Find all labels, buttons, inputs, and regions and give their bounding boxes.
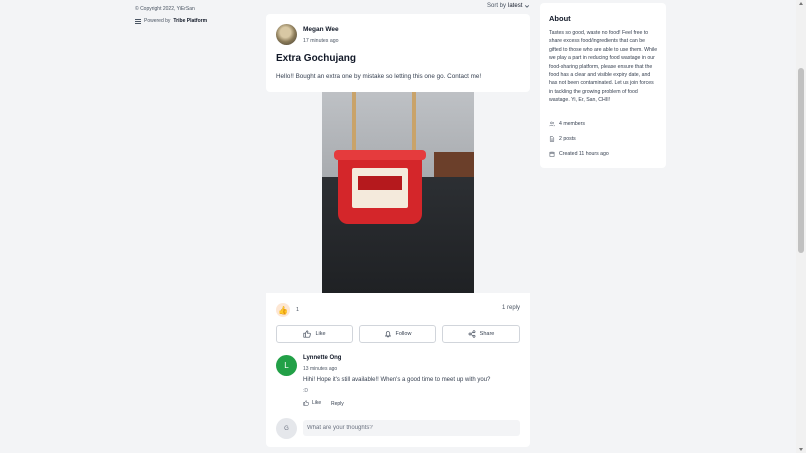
reaction-summary[interactable]: 👍 1 <box>276 303 299 317</box>
calendar-icon <box>549 151 555 157</box>
posts-count: 2 posts <box>559 136 576 142</box>
scroll-up-icon[interactable] <box>799 2 803 5</box>
post-actions: 👍 1 1 reply Like Follow Share L Lynnette… <box>266 293 530 447</box>
thumbs-up-icon <box>303 400 309 406</box>
posts-stat: 2 posts <box>549 136 576 142</box>
reaction-count: 1 <box>296 307 300 313</box>
user-avatar[interactable]: G <box>276 418 297 439</box>
chevron-down-icon <box>525 5 530 8</box>
avatar[interactable] <box>276 24 297 45</box>
post-body: Hello!! Bought an extra one by mistake s… <box>276 73 482 80</box>
post-image[interactable] <box>322 92 474 293</box>
like-button[interactable]: Like <box>276 325 353 343</box>
created-text: Created 11 hours ago <box>559 151 609 157</box>
members-count: 4 members <box>559 121 585 127</box>
about-title: About <box>549 14 571 23</box>
comment-author[interactable]: Lynnette Ong <box>303 355 341 361</box>
comment-avatar[interactable]: L <box>276 355 297 376</box>
post-time[interactable]: 17 minutes ago <box>303 38 338 44</box>
powered-by[interactable]: Powered by Tribe Platform <box>135 18 207 24</box>
post-card: Megan Wee 17 minutes ago Extra Gochujang… <box>266 14 530 92</box>
like-label: Like <box>315 331 326 337</box>
comment-text: Hihi! Hope it's still available!! When's… <box>303 377 491 383</box>
document-icon <box>549 136 555 142</box>
powered-brand[interactable]: Tribe Platform <box>173 18 207 24</box>
about-description: Tastes so good, waste no food! Feel free… <box>549 30 658 104</box>
members-icon <box>549 121 555 127</box>
thumbs-up-reaction-icon: 👍 <box>276 303 290 317</box>
thumbs-up-icon <box>303 330 312 338</box>
sort-dropdown[interactable]: Sort by latest <box>487 3 530 9</box>
comment-input[interactable] <box>303 420 520 436</box>
created-stat: Created 11 hours ago <box>549 151 609 157</box>
powered-prefix: Powered by <box>144 18 171 24</box>
members-stat: 4 members <box>549 121 585 127</box>
page-scrollbar[interactable] <box>796 0 806 453</box>
tribe-logo-icon <box>135 18 141 24</box>
share-button[interactable]: Share <box>442 325 520 343</box>
copyright-text: © Copyright 2022, YiErSan <box>135 6 195 12</box>
post-author[interactable]: Megan Wee <box>303 26 339 33</box>
sort-label: Sort by <box>487 3 507 9</box>
share-label: Share <box>479 331 495 337</box>
comment-time[interactable]: 13 minutes ago <box>303 366 337 372</box>
follow-label: Follow <box>395 331 412 337</box>
follow-button[interactable]: Follow <box>359 325 436 343</box>
share-icon <box>468 330 476 338</box>
reply-count[interactable]: 1 reply <box>502 305 520 311</box>
comment-emoji: :D <box>303 388 308 394</box>
post-title[interactable]: Extra Gochujang <box>276 53 356 64</box>
comment-reply-button[interactable]: Reply <box>331 401 344 407</box>
left-footer: © Copyright 2022, YiErSan Powered by Tri… <box>135 6 207 24</box>
bell-icon <box>384 331 391 338</box>
about-card: About Tastes so good, waste no food! Fee… <box>540 3 666 168</box>
comment-like-button[interactable]: Like <box>303 400 321 406</box>
sort-value: latest <box>508 3 523 9</box>
comment-like-label: Like <box>312 400 322 406</box>
scroll-down-icon[interactable] <box>799 448 803 451</box>
scroll-thumb[interactable] <box>798 68 804 253</box>
